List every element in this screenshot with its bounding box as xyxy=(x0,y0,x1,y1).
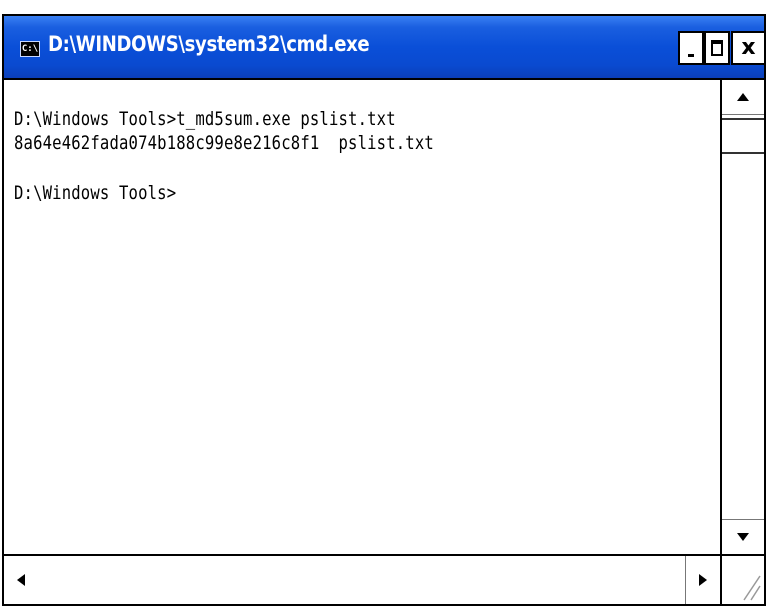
resize-grip[interactable] xyxy=(720,554,764,604)
scroll-up-button[interactable] xyxy=(722,80,764,115)
maximize-icon xyxy=(711,40,723,56)
arrow-up-icon xyxy=(737,93,749,101)
console-output[interactable]: D:\Windows Tools>t_md5sum.exe pslist.txt… xyxy=(4,80,720,554)
vertical-scrollbar[interactable] xyxy=(720,80,764,554)
minimize-button[interactable] xyxy=(678,31,704,65)
console-line: 8a64e462fada074b188c99e8e216c8f1 pslist.… xyxy=(14,132,434,154)
console-line: D:\Windows Tools>t_md5sum.exe pslist.txt xyxy=(14,108,396,130)
vertical-scroll-thumb[interactable] xyxy=(722,118,764,154)
resize-grip-icon xyxy=(743,575,761,601)
maximize-button[interactable] xyxy=(704,31,730,65)
minimize-icon xyxy=(688,53,694,57)
cmd-window: C:\ D:\WINDOWS\system32\cmd.exe x D:\Win… xyxy=(2,14,766,606)
console-prompt: D:\Windows Tools> xyxy=(14,182,177,204)
window-title: D:\WINDOWS\system32\cmd.exe xyxy=(48,32,370,56)
close-icon: x xyxy=(741,35,756,60)
arrow-right-icon xyxy=(699,574,707,586)
cmd-app-icon[interactable]: C:\ xyxy=(20,41,40,57)
close-button[interactable]: x xyxy=(731,31,766,65)
scroll-down-button[interactable] xyxy=(722,519,764,554)
scroll-left-button[interactable] xyxy=(4,556,39,604)
arrow-left-icon xyxy=(17,574,25,586)
horizontal-scrollbar[interactable] xyxy=(4,554,720,604)
title-bar[interactable]: C:\ D:\WINDOWS\system32\cmd.exe x xyxy=(4,16,766,80)
arrow-down-icon xyxy=(737,533,749,541)
horizontal-scroll-track[interactable] xyxy=(38,556,686,604)
scroll-right-button[interactable] xyxy=(685,556,720,604)
